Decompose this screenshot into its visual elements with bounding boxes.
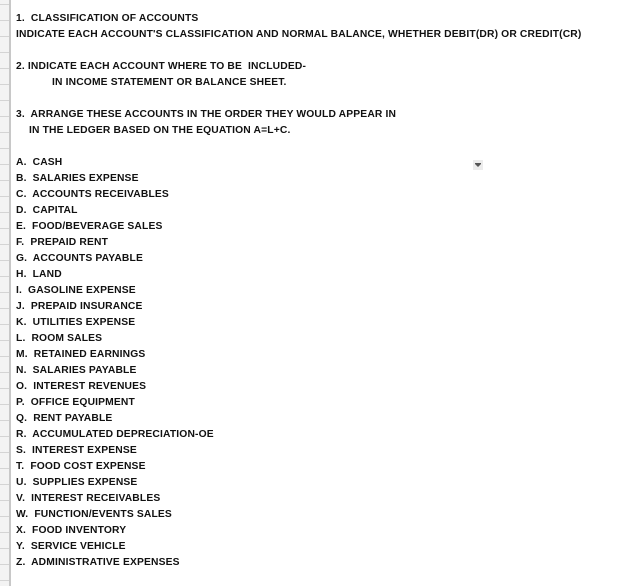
account-item: P. OFFICE EQUIPMENT bbox=[16, 397, 135, 408]
row-separator bbox=[0, 132, 9, 133]
question-1-title: 1. CLASSIFICATION OF ACCOUNTS bbox=[16, 13, 199, 24]
account-item: Z. ADMINISTRATIVE EXPENSES bbox=[16, 557, 180, 568]
question-3-line-2: IN THE LEDGER BASED ON THE EQUATION A=L+… bbox=[29, 125, 291, 136]
row-separator bbox=[0, 180, 9, 181]
row-separator bbox=[0, 420, 9, 421]
account-item: G. ACCOUNTS PAYABLE bbox=[16, 253, 143, 264]
row-separator bbox=[0, 404, 9, 405]
account-item: O. INTEREST REVENUES bbox=[16, 381, 147, 392]
account-item: L. ROOM SALES bbox=[16, 333, 103, 344]
question-3-line-1: 3. ARRANGE THESE ACCOUNTS IN THE ORDER T… bbox=[16, 109, 397, 120]
account-item: Y. SERVICE VEHICLE bbox=[16, 541, 126, 552]
filter-dropdown-button[interactable] bbox=[473, 160, 483, 170]
account-item: H. LAND bbox=[16, 269, 62, 280]
question-1-detail: INDICATE EACH ACCOUNT'S CLASSIFICATION A… bbox=[16, 29, 582, 40]
spreadsheet-area[interactable]: 1. CLASSIFICATION OF ACCOUNTS INDICATE E… bbox=[16, 0, 629, 586]
row-separator bbox=[0, 372, 9, 373]
row-separator bbox=[0, 20, 9, 21]
row-separator bbox=[0, 116, 9, 117]
account-item: I. GASOLINE EXPENSE bbox=[16, 285, 136, 296]
row-separator bbox=[0, 388, 9, 389]
row-separator bbox=[0, 36, 9, 37]
row-separator bbox=[0, 500, 9, 501]
question-2-line-1: 2. INDICATE EACH ACCOUNT WHERE TO BE INC… bbox=[16, 61, 307, 72]
row-separator bbox=[0, 340, 9, 341]
account-item: D. CAPITAL bbox=[16, 205, 78, 216]
account-item: T. FOOD COST EXPENSE bbox=[16, 461, 146, 472]
account-item: M. RETAINED EARNINGS bbox=[16, 349, 146, 360]
account-item: S. INTEREST EXPENSE bbox=[16, 445, 137, 456]
row-separator bbox=[0, 68, 9, 69]
account-item: F. PREPAID RENT bbox=[16, 237, 109, 248]
account-item: A. CASH bbox=[16, 157, 63, 168]
account-item: J. PREPAID INSURANCE bbox=[16, 301, 143, 312]
row-separator bbox=[0, 212, 9, 213]
row-separator bbox=[0, 516, 9, 517]
account-item: V. INTEREST RECEIVABLES bbox=[16, 493, 161, 504]
account-item: W. FUNCTION/EVENTS SALES bbox=[16, 509, 172, 520]
row-separator bbox=[0, 84, 9, 85]
account-item: C. ACCOUNTS RECEIVABLES bbox=[16, 189, 169, 200]
row-separator bbox=[0, 276, 9, 277]
row-separator bbox=[0, 452, 9, 453]
account-item: R. ACCUMULATED DEPRECIATION-OE bbox=[16, 429, 214, 440]
row-separator bbox=[0, 468, 9, 469]
row-separator bbox=[0, 308, 9, 309]
row-separator bbox=[0, 260, 9, 261]
row-separator bbox=[0, 52, 9, 53]
account-item: E. FOOD/BEVERAGE SALES bbox=[16, 221, 163, 232]
row-separator bbox=[0, 228, 9, 229]
chevron-down-icon bbox=[475, 164, 481, 167]
row-separator bbox=[0, 4, 9, 5]
row-separator bbox=[0, 484, 9, 485]
row-separator bbox=[0, 436, 9, 437]
row-separator bbox=[0, 164, 9, 165]
account-item: B. SALARIES EXPENSE bbox=[16, 173, 139, 184]
account-item: U. SUPPLIES EXPENSE bbox=[16, 477, 138, 488]
row-separator bbox=[0, 564, 9, 565]
row-separator bbox=[0, 244, 9, 245]
row-separator bbox=[0, 324, 9, 325]
row-separator bbox=[0, 580, 9, 581]
row-separator bbox=[0, 100, 9, 101]
row-separator bbox=[0, 548, 9, 549]
row-header-column[interactable] bbox=[0, 0, 11, 586]
account-item: K. UTILITIES EXPENSE bbox=[16, 317, 136, 328]
account-item: N. SALARIES PAYABLE bbox=[16, 365, 137, 376]
row-separator bbox=[0, 356, 9, 357]
account-item: Q. RENT PAYABLE bbox=[16, 413, 113, 424]
row-separator bbox=[0, 532, 9, 533]
row-separator bbox=[0, 292, 9, 293]
account-item: X. FOOD INVENTORY bbox=[16, 525, 127, 536]
row-separator bbox=[0, 196, 9, 197]
row-separator bbox=[0, 148, 9, 149]
question-2-line-2: IN INCOME STATEMENT OR BALANCE SHEET. bbox=[52, 77, 287, 88]
